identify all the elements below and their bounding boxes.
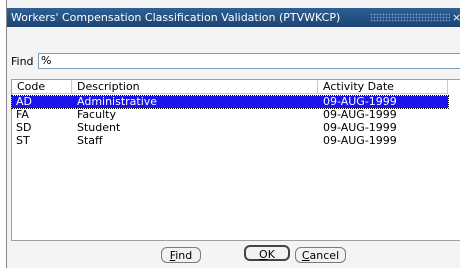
cell-code: AD (16, 95, 32, 108)
cell-description: Faculty (77, 108, 116, 121)
cancel-button-mnemonic: C (301, 249, 310, 262)
ok-button-rest: K (267, 248, 275, 261)
list-row[interactable]: FA Faculty 09-AUG-1999 (12, 109, 448, 121)
cancel-button[interactable]: Cancel (295, 247, 346, 263)
cell-code: ST (16, 134, 30, 147)
find-label: Find (11, 55, 34, 68)
ok-button-mnemonic: O (259, 248, 268, 261)
cell-description: Staff (77, 134, 103, 147)
cancel-button-rest: ancel (309, 249, 340, 262)
list-row[interactable]: AD Administrative 09-AUG-1999 (11, 95, 449, 109)
cell-code: SD (16, 121, 32, 134)
find-button-rest: ind (175, 249, 193, 262)
list-header: Code Description Activity Date (12, 80, 460, 95)
cell-date: 09-AUG-1999 (323, 108, 397, 121)
close-icon[interactable]: × (452, 8, 460, 27)
list-row[interactable]: ST Staff 09-AUG-1999 (12, 135, 448, 147)
title-bar[interactable]: Workers' Compensation Classification Val… (7, 8, 460, 27)
cell-code: FA (16, 108, 29, 121)
cell-date: 09-AUG-1999 (323, 121, 397, 134)
dialog-window: Workers' Compensation Classification Val… (6, 0, 460, 268)
cell-date: 09-AUG-1999 (323, 134, 397, 147)
column-header-description[interactable]: Description (72, 80, 318, 94)
ok-button[interactable]: OK (244, 245, 290, 261)
cell-description: Administrative (77, 95, 158, 108)
window-title: Workers' Compensation Classification Val… (11, 11, 341, 24)
column-header-code[interactable]: Code (12, 80, 72, 94)
find-input[interactable]: % (38, 53, 460, 69)
list-row[interactable]: SD Student 09-AUG-1999 (12, 122, 448, 134)
column-header-activity-date[interactable]: Activity Date (318, 80, 448, 94)
find-button[interactable]: Find (161, 247, 201, 263)
results-list[interactable]: Code Description Activity Date AD Admini… (11, 79, 460, 241)
cell-description: Student (77, 121, 121, 134)
titlebar-grip (370, 13, 450, 22)
cell-date: 09-AUG-1999 (323, 95, 397, 108)
